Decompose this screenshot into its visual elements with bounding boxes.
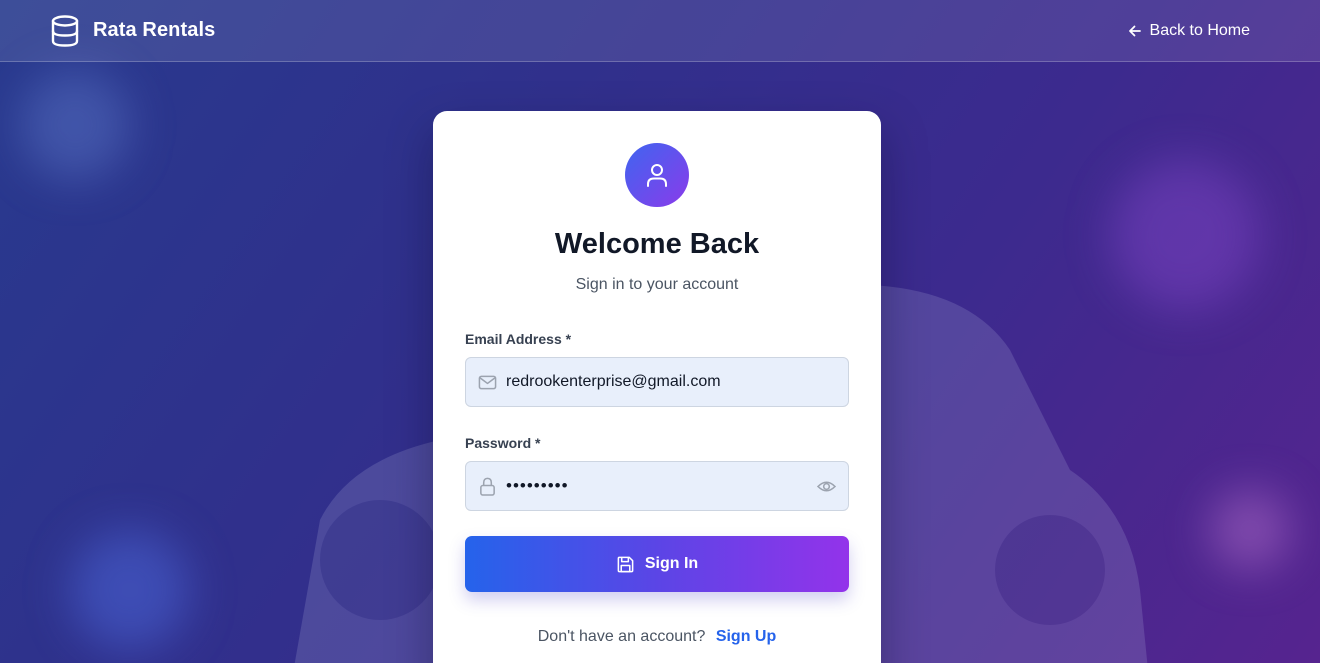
email-input[interactable] <box>466 358 848 406</box>
signup-prompt-text: Don't have an account? <box>537 628 706 645</box>
brand[interactable]: Rata Rentals <box>50 14 216 47</box>
sign-up-link[interactable]: Sign Up <box>716 628 776 645</box>
brand-name: Rata Rentals <box>93 19 216 41</box>
background-glow <box>1210 490 1290 570</box>
sign-in-button[interactable]: Sign In <box>465 536 849 592</box>
save-icon <box>617 556 634 572</box>
password-input[interactable] <box>466 462 848 510</box>
eye-icon[interactable] <box>817 478 836 495</box>
top-navbar: Rata Rentals Back to Home <box>0 0 1320 62</box>
database-icon <box>51 14 79 47</box>
arrow-left-icon <box>1128 25 1141 36</box>
lock-icon <box>480 477 495 496</box>
login-form: Email Address * Password * <box>465 330 849 592</box>
email-input-wrapper <box>465 357 849 407</box>
background-glow <box>20 70 130 180</box>
signup-prompt-row: Don't have an account? Sign Up <box>465 628 849 646</box>
back-to-home-label: Back to Home <box>1149 21 1250 39</box>
password-input-wrapper <box>465 461 849 511</box>
email-label: Email Address * <box>465 331 572 347</box>
page-subtitle: Sign in to your account <box>575 276 739 293</box>
background-glow <box>70 530 190 650</box>
avatar <box>625 143 689 207</box>
login-card: Welcome Back Sign in to your account Ema… <box>433 111 881 663</box>
sign-in-label: Sign In <box>644 555 699 572</box>
password-label: Password * <box>465 435 541 451</box>
user-icon <box>647 164 667 187</box>
page-title: Welcome Back <box>554 228 760 260</box>
mail-icon <box>478 375 497 390</box>
back-to-home-link[interactable]: Back to Home <box>1128 22 1250 40</box>
